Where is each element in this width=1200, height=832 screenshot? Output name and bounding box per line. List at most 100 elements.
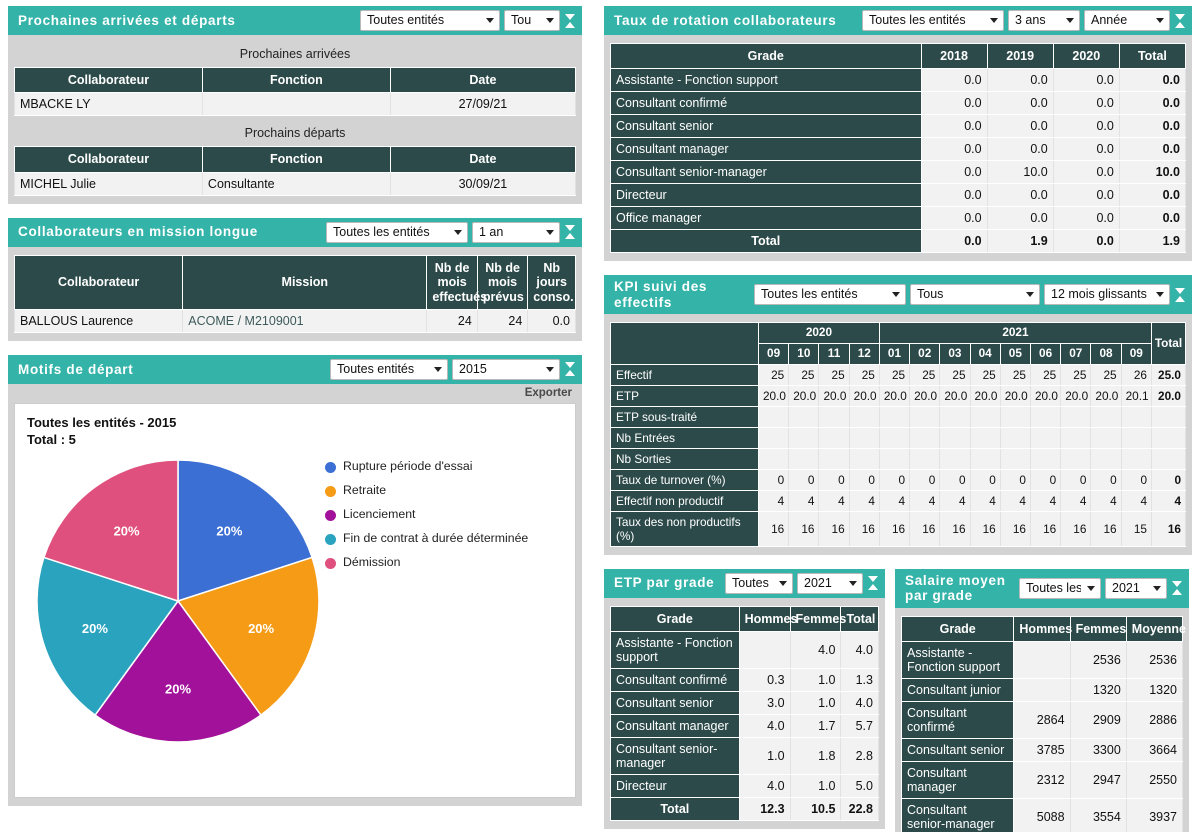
collapse-toggle-icon[interactable] bbox=[564, 11, 576, 31]
cell-value: 0 bbox=[788, 468, 820, 491]
table-row[interactable]: Nb Sorties bbox=[610, 447, 1186, 470]
entity-select[interactable]: Toutes les entités bbox=[326, 221, 468, 243]
collapse-toggle-icon[interactable] bbox=[564, 359, 576, 379]
range-select[interactable]: 3 ans bbox=[1008, 10, 1080, 31]
col-hommes: Hommes bbox=[1013, 615, 1072, 642]
table-row[interactable]: Consultant confirmé 0.0 0.0 0.0 0.0 bbox=[610, 91, 1187, 116]
cell-grade: Consultant senior-manager bbox=[610, 736, 740, 775]
table-row[interactable]: MICHEL Julie Consultante 30/09/21 bbox=[14, 171, 577, 196]
table-row[interactable]: Taux de turnover (%) 0 0 0 0 0 0 0 0 0 0 0 0 0 0 bbox=[610, 468, 1186, 491]
cell-value bbox=[1090, 405, 1122, 428]
year-select[interactable]: 2021 bbox=[1105, 577, 1167, 599]
collapse-toggle-icon[interactable] bbox=[1174, 285, 1186, 305]
cell-grade: Consultant manager bbox=[900, 760, 1015, 799]
entity-select[interactable]: Toutes les entités bbox=[754, 284, 906, 306]
table-row[interactable]: Effectif non productif 4 4 4 4 4 4 4 4 4 4 4 4 4 4 bbox=[610, 489, 1186, 512]
entity-select[interactable]: Toutes bbox=[725, 572, 793, 594]
table-row[interactable]: Assistante - Fonction support 4.0 4.0 bbox=[610, 630, 879, 669]
scope-select[interactable]: Tous bbox=[910, 284, 1040, 306]
table-row[interactable]: Consultant senior 3785 3300 3664 bbox=[900, 737, 1184, 762]
cell-total: 0 bbox=[1151, 468, 1186, 491]
cell-value: 4 bbox=[878, 489, 911, 512]
col-mission: Mission bbox=[182, 254, 428, 310]
table-header-row: Collaborateur Mission Nb de mois effectu… bbox=[13, 254, 576, 310]
legend-item[interactable]: Rupture période d'essai bbox=[325, 459, 528, 475]
cell-value: 16 bbox=[909, 510, 941, 547]
legend-item[interactable]: Fin de contrat à durée déterminée bbox=[325, 531, 528, 547]
cell-value: 0 bbox=[878, 468, 911, 491]
entity-select[interactable]: Toutes les bbox=[1019, 577, 1101, 599]
legend-label: Licenciement bbox=[343, 506, 416, 521]
cell-value: 1.0 bbox=[738, 736, 791, 775]
cell-value bbox=[969, 405, 1001, 428]
export-link[interactable]: Exporter bbox=[14, 386, 576, 403]
entity-select[interactable]: Toutes entités bbox=[360, 10, 500, 31]
col-femmes: Femmes bbox=[789, 605, 846, 632]
table-row[interactable]: ETP 20.0 20.0 20.0 20.0 20.0 20.0 20.0 20.0 20.0 2… bbox=[610, 384, 1186, 407]
table-row[interactable]: Office manager 0.0 0.0 0.0 0.0 bbox=[610, 206, 1187, 231]
table-row[interactable]: Assistante - Fonction support 2536 2536 bbox=[900, 640, 1184, 679]
table-row[interactable]: Directeur 4.0 1.0 5.0 bbox=[610, 773, 879, 798]
table-total-row: Total 12.3 10.5 22.8 bbox=[610, 796, 879, 821]
cell-grade: Consultant senior bbox=[900, 737, 1015, 762]
period-select[interactable]: 1 an bbox=[472, 221, 560, 243]
table-row[interactable]: Consultant junior 1320 1320 bbox=[900, 677, 1184, 702]
entity-select[interactable]: Toutes les entités bbox=[862, 10, 1004, 31]
table-row[interactable]: Consultant manager 2312 2947 2550 bbox=[900, 760, 1184, 799]
table-row[interactable]: Consultant manager 4.0 1.7 5.7 bbox=[610, 713, 879, 738]
right-column: Taux de rotation collaborateurs Toutes l… bbox=[604, 6, 1192, 832]
cell-grade: Consultant manager bbox=[610, 713, 740, 738]
table-row[interactable]: Consultant senior-manager 1.0 1.8 2.8 bbox=[610, 736, 879, 775]
year-select-wrap: 2021 bbox=[1105, 577, 1167, 599]
table-row[interactable]: Consultant senior 0.0 0.0 0.0 0.0 bbox=[610, 114, 1187, 139]
cell-value bbox=[1013, 640, 1071, 679]
cell-value: 0.0 bbox=[986, 68, 1054, 93]
table-row[interactable]: Nb Entrées bbox=[610, 426, 1186, 449]
cell-value bbox=[738, 630, 791, 669]
table-row[interactable]: MBACKE LY 27/09/21 bbox=[14, 92, 577, 117]
pie-svg[interactable]: 20% 20% 20% 20% 20% bbox=[33, 456, 323, 746]
cell-value: 4.0 bbox=[840, 630, 879, 669]
table-row[interactable]: Consultant senior-manager 0.0 10.0 0.0 10.0 bbox=[610, 160, 1187, 185]
type-select[interactable]: Tou bbox=[504, 10, 560, 31]
cell-value: 0.0 bbox=[1118, 183, 1187, 208]
cell-total-value: 22.8 bbox=[840, 796, 879, 821]
cell-value: 0.0 bbox=[1052, 183, 1120, 208]
period-select[interactable]: 12 mois glissants bbox=[1044, 284, 1170, 306]
cell-value: 20.0 bbox=[939, 384, 971, 407]
cell-value: 25 bbox=[788, 363, 820, 386]
cell-value: 16 bbox=[999, 510, 1031, 547]
cell-date: 30/09/21 bbox=[389, 171, 577, 196]
table-row[interactable]: Consultant senior 3.0 1.0 4.0 bbox=[610, 690, 879, 715]
table-row[interactable]: Taux des non productifs (%) 16 16 16 16 16 16 1… bbox=[610, 510, 1186, 547]
table-row[interactable]: Consultant senior-manager 5088 3554 3937 bbox=[900, 797, 1184, 832]
year-select[interactable]: 2021 bbox=[797, 572, 863, 594]
year-select[interactable]: 2015 bbox=[452, 358, 560, 380]
cell-value: 0 bbox=[1060, 468, 1092, 491]
collapse-toggle-icon[interactable] bbox=[1171, 578, 1183, 598]
panel-controls: Toutes les entités Tous 12 mois glissant… bbox=[754, 284, 1186, 306]
cell-mission[interactable]: ACOME / M2109001 bbox=[182, 308, 428, 333]
pie-chart-area: Toutes les entités - 2015 Total : 5 20% 2… bbox=[14, 402, 576, 798]
collapse-toggle-icon[interactable] bbox=[1174, 11, 1186, 31]
cell-value bbox=[757, 405, 790, 428]
panel-title: Collaborateurs en mission longue bbox=[18, 224, 258, 240]
cell-value bbox=[788, 405, 820, 428]
granularity-select[interactable]: Année bbox=[1084, 10, 1170, 31]
entity-select[interactable]: Toutes entités bbox=[330, 358, 448, 380]
collapse-toggle-icon[interactable] bbox=[867, 573, 879, 593]
cell-value: 16 bbox=[1029, 510, 1062, 547]
table-row[interactable]: Consultant confirmé 2864 2909 2886 bbox=[900, 700, 1184, 739]
table-row[interactable]: Effectif 25 25 25 25 25 25 25 25 25 25 25 25 26 25.0 bbox=[610, 363, 1186, 386]
table-row[interactable]: Consultant manager 0.0 0.0 0.0 0.0 bbox=[610, 137, 1187, 162]
collapse-toggle-icon[interactable] bbox=[564, 222, 576, 242]
legend-item[interactable]: Licenciement bbox=[325, 507, 528, 523]
table-row[interactable]: ETP sous-traité bbox=[610, 405, 1186, 428]
table-row[interactable]: Assistante - Fonction support 0.0 0.0 0.0 0.… bbox=[610, 68, 1187, 93]
legend-item[interactable]: Démission bbox=[325, 555, 528, 571]
legend-item[interactable]: Retraite bbox=[325, 483, 528, 499]
cell-value bbox=[969, 426, 1001, 449]
table-row[interactable]: Directeur 0.0 0.0 0.0 0.0 bbox=[610, 183, 1187, 208]
table-row[interactable]: BALLOUS Laurence ACOME / M2109001 24 24 … bbox=[13, 308, 576, 333]
table-row[interactable]: Consultant confirmé 0.3 1.0 1.3 bbox=[610, 667, 879, 692]
